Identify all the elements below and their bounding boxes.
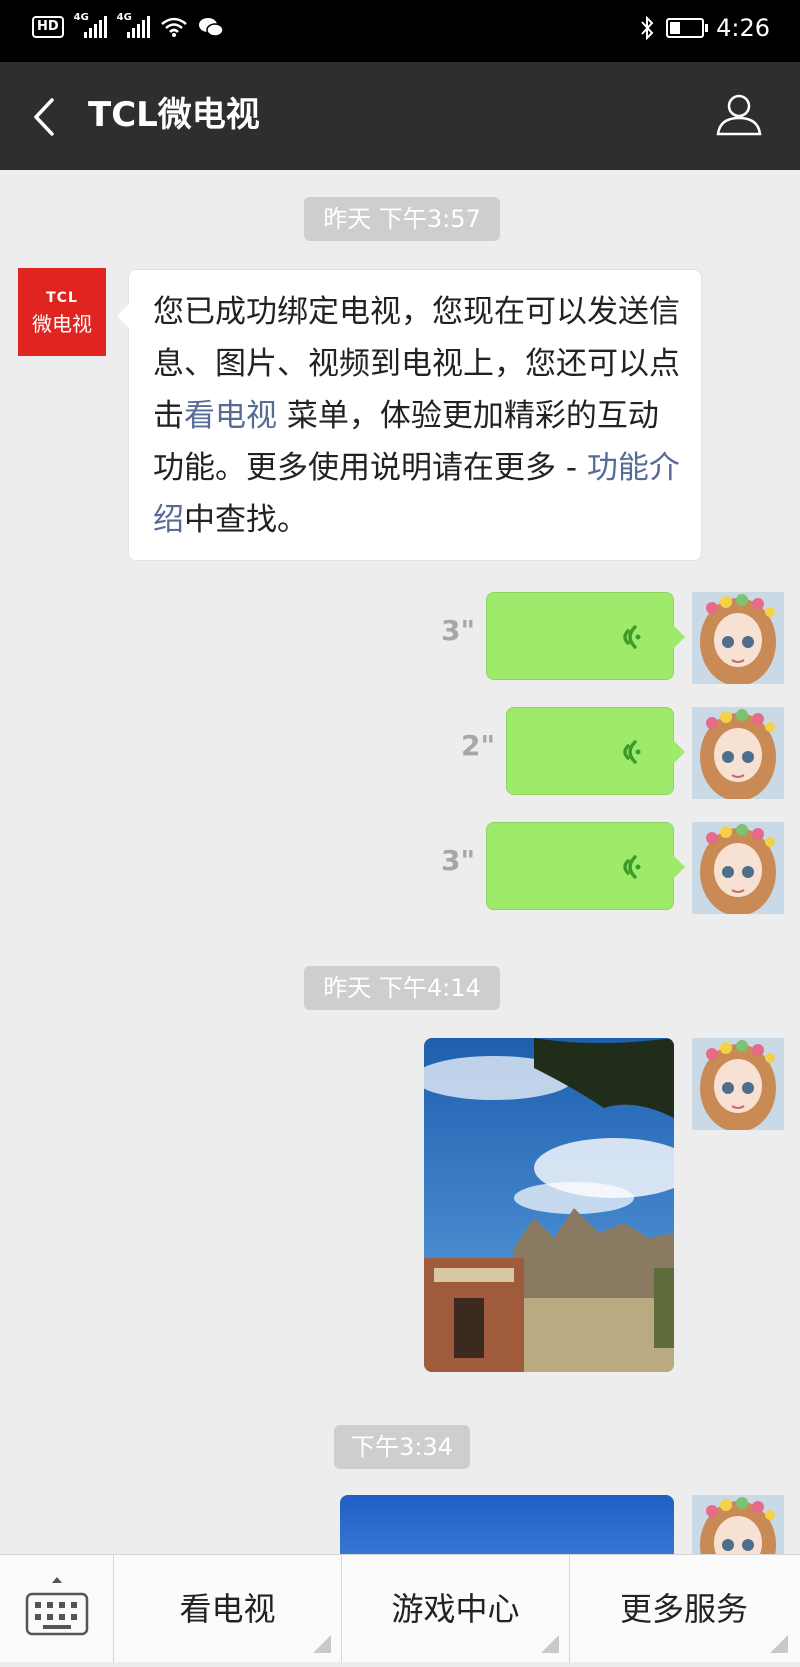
status-bar: HD 4G 4G 4:26 xyxy=(0,0,800,62)
submenu-indicator-icon xyxy=(541,1635,559,1653)
menu-item-label: 更多服务 xyxy=(619,1590,748,1628)
image-message[interactable] xyxy=(424,1038,674,1372)
wechat-icon xyxy=(198,18,224,37)
status-left: HD 4G 4G xyxy=(32,12,224,38)
avatar-logo-subtext: 微电视 xyxy=(32,312,92,336)
timestamp-label: 昨天 下午4:14 xyxy=(304,966,500,1010)
submenu-indicator-icon xyxy=(313,1635,331,1653)
voice-wave-icon xyxy=(623,625,641,649)
bottom-menu-bar: 看电视 游戏中心 更多服务 xyxy=(0,1554,800,1663)
hd-badge: HD xyxy=(32,16,64,38)
user-avatar[interactable] xyxy=(692,707,784,799)
voice-wave-icon xyxy=(623,855,641,879)
chevron-left-icon xyxy=(34,98,54,136)
watch-tv-link[interactable]: 看电视 xyxy=(184,398,277,434)
voice-message-bubble[interactable] xyxy=(506,707,685,795)
message-text: 您已成功绑定电视，您现在可以发送信息、图片、视频到电视上，您还可以点击看电视 菜… xyxy=(153,286,683,546)
image-message[interactable] xyxy=(340,1495,674,1554)
doll-avatar-image xyxy=(692,592,784,684)
signal-icon: 4G xyxy=(74,12,107,38)
doll-avatar-image xyxy=(692,822,784,914)
menu-item-label: 游戏中心 xyxy=(391,1590,520,1628)
voice-message-bubble[interactable] xyxy=(486,592,685,680)
doll-avatar-image xyxy=(692,1495,784,1554)
photo-building-sky xyxy=(424,1038,674,1372)
incoming-message-bubble[interactable]: 您已成功绑定电视，您现在可以发送信息、图片、视频到电视上，您还可以点击看电视 菜… xyxy=(117,269,702,561)
timestamp-label: 下午3:34 xyxy=(334,1425,470,1469)
profile-button[interactable] xyxy=(714,90,764,140)
menu-item-label: 看电视 xyxy=(179,1590,276,1628)
status-right: 4:26 xyxy=(640,14,770,42)
keyboard-icon xyxy=(25,1577,89,1636)
user-avatar[interactable] xyxy=(692,1038,784,1130)
bot-avatar[interactable]: TCL 微电视 xyxy=(18,268,106,356)
voice-message-bubble[interactable] xyxy=(486,822,685,910)
user-avatar[interactable] xyxy=(692,822,784,914)
menu-item-watch-tv[interactable]: 看电视 xyxy=(114,1555,342,1663)
submenu-indicator-icon xyxy=(770,1635,788,1653)
bluetooth-icon xyxy=(641,16,654,40)
signal-icon-2: 4G xyxy=(117,12,150,38)
wifi-icon xyxy=(160,17,187,37)
timestamp-label: 昨天 下午3:57 xyxy=(304,197,500,241)
chat-area[interactable]: 昨天 下午3:57 TCL 微电视 您已成功绑定电视，您现在可以发送信息、图片、… xyxy=(0,170,800,1554)
voice-wave-icon xyxy=(623,740,641,764)
page-title: TCL微电视 xyxy=(88,95,260,135)
network-type-label-2: 4G xyxy=(116,12,132,23)
voice-duration: 3" xyxy=(441,844,476,877)
voice-duration: 3" xyxy=(441,614,476,647)
user-avatar[interactable] xyxy=(692,1495,784,1554)
menu-item-game-center[interactable]: 游戏中心 xyxy=(342,1555,570,1663)
doll-avatar-image xyxy=(692,1038,784,1130)
menu-item-more-services[interactable]: 更多服务 xyxy=(570,1555,798,1663)
user-avatar[interactable] xyxy=(692,592,784,684)
keyboard-toggle-button[interactable] xyxy=(0,1555,114,1663)
battery-icon xyxy=(666,18,709,38)
person-icon xyxy=(716,94,762,136)
message-part: 中查找。 xyxy=(184,502,308,538)
voice-duration: 2" xyxy=(461,729,496,762)
title-bar: TCL微电视 xyxy=(0,62,800,170)
back-button[interactable] xyxy=(26,92,66,142)
avatar-logo-text: TCL xyxy=(46,290,78,306)
doll-avatar-image xyxy=(692,707,784,799)
clock: 4:26 xyxy=(716,14,770,42)
network-type-label: 4G xyxy=(73,12,89,23)
